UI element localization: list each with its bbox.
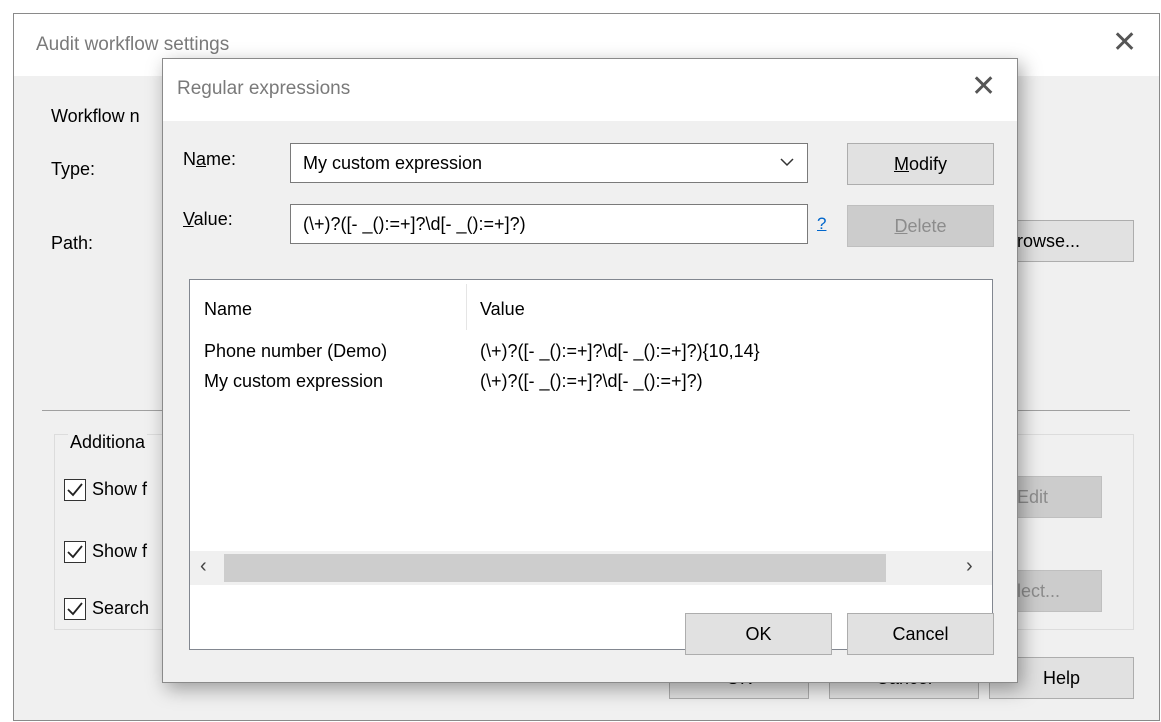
value-label-access-key: V	[183, 209, 194, 229]
scroll-right-icon[interactable]: ›	[966, 555, 973, 578]
delete-label: elete	[907, 216, 947, 236]
back-close-icon[interactable]: ✕	[1112, 28, 1137, 58]
dialog-ok-label: OK	[745, 624, 772, 644]
checkmark-icon	[67, 545, 83, 559]
dialog-ok-button[interactable]: OK	[685, 613, 832, 655]
scrollbar-thumb[interactable]	[224, 554, 886, 582]
checkbox-label: Search	[92, 598, 150, 618]
value-input[interactable]: (\+)?([- _():=+]?\d[- _():=+]?)	[290, 204, 808, 244]
path-label: Path:	[51, 233, 94, 253]
checkbox-label: Show f	[92, 541, 148, 561]
name-label-access-key: a	[196, 149, 207, 169]
row-value: (\+)?([- _():=+]?\d[- _():=+]?)	[480, 371, 703, 391]
checkbox-box[interactable]	[64, 479, 86, 501]
delete-button[interactable]: Delete	[847, 205, 994, 247]
value-label-part: alue:	[193, 209, 233, 229]
row-value: (\+)?([- _():=+]?\d[- _():=+]?){10,14}	[480, 341, 760, 361]
type-label: Type:	[51, 159, 96, 179]
dialog-close-icon[interactable]: ✕	[971, 72, 996, 102]
help-button-label: Help	[1042, 668, 1081, 688]
column-header-name[interactable]: Name	[204, 299, 252, 320]
checkbox-label: Show f	[92, 479, 148, 499]
select-button-label: lect...	[1017, 581, 1061, 601]
checkmark-icon	[67, 483, 83, 497]
edit-button-label: Edit	[1017, 487, 1049, 507]
list-row[interactable]: Phone number (Demo) (\+)?([- _():=+]?\d[…	[190, 338, 992, 368]
value-label: Value:	[183, 209, 233, 230]
column-header-value[interactable]: Value	[480, 299, 525, 320]
name-label-part: me:	[206, 149, 237, 169]
modify-access-key: M	[893, 154, 909, 174]
name-label: Name:	[183, 149, 236, 170]
horizontal-scrollbar[interactable]: ‹ ›	[190, 551, 992, 585]
expressions-list[interactable]: Name Value Phone number (Demo) (\+)?([- …	[189, 279, 993, 650]
delete-access-key: D	[894, 216, 908, 236]
dialog-cancel-button[interactable]: Cancel	[847, 613, 994, 655]
browse-button[interactable]: rowse...	[1002, 220, 1134, 262]
additional-group-label: Additiona	[68, 432, 148, 453]
modify-label: odify	[908, 154, 948, 174]
name-label-part: N	[183, 149, 196, 169]
chevron-down-icon[interactable]	[779, 144, 795, 195]
dialog-title: Regular expressions	[177, 78, 351, 99]
list-row[interactable]: My custom expression (\+)?([- _():=+]?\d…	[190, 368, 992, 398]
dialog-titlebar: Regular expressions ✕	[163, 59, 1017, 121]
row-name: My custom expression	[204, 371, 384, 391]
checkmark-icon	[67, 602, 83, 616]
regular-expressions-dialog: Regular expressions ✕ Name: My custom ex…	[162, 58, 1018, 683]
modify-button[interactable]: Modify	[847, 143, 994, 185]
column-divider[interactable]	[466, 284, 467, 330]
name-combobox[interactable]: My custom expression	[290, 143, 808, 183]
scroll-left-icon[interactable]: ‹	[200, 555, 207, 578]
back-window-title: Audit workflow settings	[36, 34, 230, 55]
value-input-text: (\+)?([- _():=+]?\d[- _():=+]?)	[303, 214, 526, 234]
checkbox-box[interactable]	[64, 541, 86, 563]
name-combobox-value: My custom expression	[303, 153, 483, 173]
dialog-cancel-label: Cancel	[892, 624, 949, 644]
regex-help-link[interactable]: ?	[817, 214, 826, 234]
checkbox-box[interactable]	[64, 598, 86, 620]
browse-button-label: rowse...	[1017, 231, 1081, 251]
row-name: Phone number (Demo)	[204, 341, 388, 361]
workflow-name-label: Workflow n	[51, 106, 140, 126]
